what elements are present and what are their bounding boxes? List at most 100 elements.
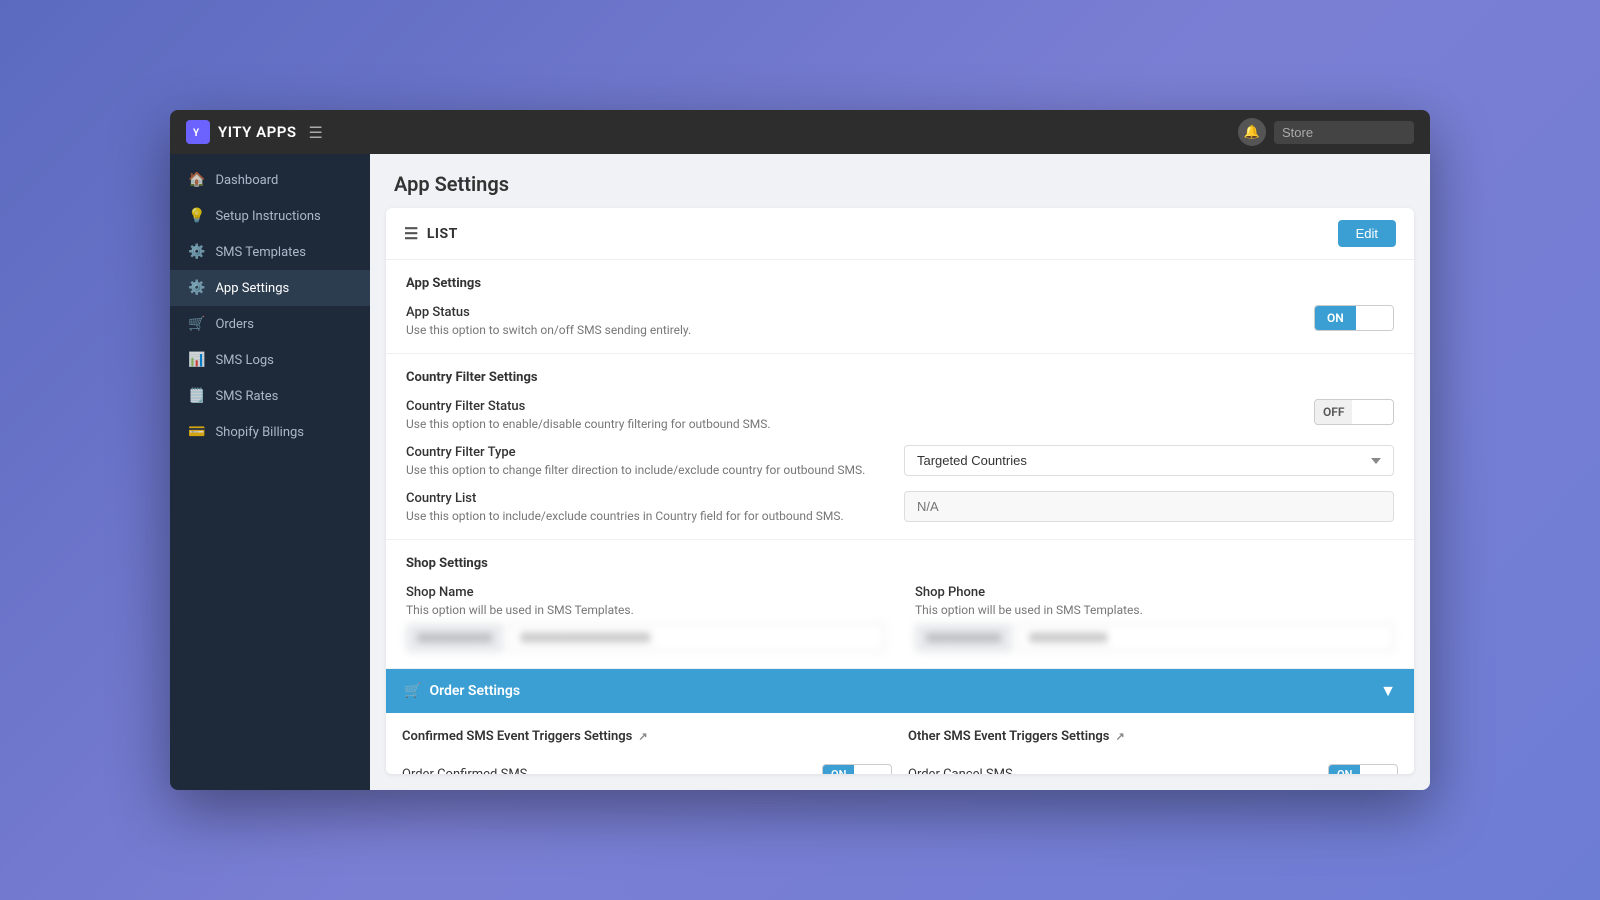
- shop-name-input-row: XXXXXXXXXX: [406, 623, 885, 652]
- country-list-row: Country List Use this option to include/…: [406, 491, 1394, 523]
- lightbulb-icon: 💡: [188, 208, 205, 224]
- order-settings-body: Confirmed SMS Event Triggers Settings ↗ …: [386, 713, 1414, 774]
- shop-row: Shop Name This option will be used in SM…: [406, 585, 1394, 652]
- toggle-off-btn[interactable]: [1356, 306, 1393, 330]
- cart-icon: 🛒: [404, 683, 421, 699]
- topbar-right: 🔔 Store: [1238, 118, 1414, 146]
- country-filter-type-control: Targeted Countries Excluded Countries: [904, 445, 1394, 476]
- toggle-off-active[interactable]: OFF: [1315, 400, 1352, 424]
- toggle-on-btn[interactable]: ON: [1315, 306, 1356, 330]
- country-list-title: Country List: [406, 491, 866, 506]
- shop-phone-title: Shop Phone: [915, 585, 1394, 600]
- order-settings-card: 🛒 Order Settings ▼ Confirmed SMS Event T…: [386, 669, 1414, 774]
- sidebar-item-billings[interactable]: 💳 Shopify Billings: [170, 414, 370, 450]
- order-settings-title: 🛒 Order Settings: [404, 683, 520, 699]
- shop-name-title: Shop Name: [406, 585, 885, 600]
- order-cancel-sms-row: Order Cancel SMS ON: [908, 756, 1398, 774]
- shop-phone-field: Shop Phone This option will be used in S…: [915, 585, 1394, 652]
- sidebar-item-label: Shopify Billings: [215, 425, 304, 440]
- other-col: Other SMS Event Triggers Settings ↗ Orde…: [908, 729, 1398, 774]
- order-cancel-toggle-off[interactable]: [1360, 765, 1376, 774]
- country-list-desc: Use this option to include/exclude count…: [406, 509, 866, 523]
- small-toggle-off[interactable]: [854, 765, 870, 774]
- billings-icon: 💳: [188, 424, 205, 440]
- country-filter-status-row: Country Filter Status Use this option to…: [406, 399, 1394, 431]
- country-filter-type-select[interactable]: Targeted Countries Excluded Countries: [904, 445, 1394, 476]
- sms-templates-icon: ⚙️: [188, 244, 205, 260]
- logo-icon: Y: [186, 120, 210, 144]
- country-filter-status-title: Country Filter Status: [406, 399, 866, 414]
- sidebar-item-sms-logs[interactable]: 📊 SMS Logs: [170, 342, 370, 378]
- country-list-label: Country List Use this option to include/…: [406, 491, 866, 523]
- dashboard-icon: 🏠: [188, 172, 205, 188]
- order-cancel-label: Order Cancel SMS: [908, 767, 1013, 774]
- app-settings-icon: ⚙️: [188, 280, 205, 296]
- shop-name-prefix: XXXXXXXXXX: [406, 624, 503, 652]
- logo: Y YITY APPS: [186, 120, 297, 144]
- list-label: LIST: [427, 226, 458, 242]
- app-status-title: App Status: [406, 305, 866, 320]
- app-settings-section: App Settings App Status Use this option …: [386, 260, 1414, 354]
- shop-name-field: Shop Name This option will be used in SM…: [406, 585, 885, 652]
- order-cancel-toggle-on[interactable]: ON: [1329, 765, 1360, 774]
- hamburger-icon[interactable]: ☰: [309, 123, 323, 142]
- sidebar-item-dashboard[interactable]: 🏠 Dashboard: [170, 162, 370, 198]
- sidebar-item-sms-rates[interactable]: 🗒️ SMS Rates: [170, 378, 370, 414]
- shop-phone-input[interactable]: [1018, 623, 1394, 652]
- app-status-label: App Status Use this option to switch on/…: [406, 305, 866, 337]
- country-filter-toggle[interactable]: OFF: [1314, 399, 1394, 425]
- country-list-input[interactable]: [904, 491, 1394, 522]
- app-settings-title: App Settings: [406, 276, 1394, 291]
- other-col-title: Other SMS Event Triggers Settings ↗: [908, 729, 1398, 744]
- shop-settings-section: Shop Settings Shop Name This option will…: [386, 540, 1414, 669]
- sms-rates-icon: 🗒️: [188, 388, 205, 404]
- sidebar-item-label: Setup Instructions: [215, 209, 320, 224]
- list-icon: ☰: [404, 224, 419, 243]
- confirmed-col: Confirmed SMS Event Triggers Settings ↗ …: [402, 729, 892, 774]
- list-header: ☰ LIST: [404, 224, 458, 243]
- shop-phone-prefix: XXXXXXXXXX: [915, 624, 1012, 652]
- app-status-control: ON: [1314, 305, 1394, 331]
- sidebar-item-setup[interactable]: 💡 Setup Instructions: [170, 198, 370, 234]
- country-filter-type-row: Country Filter Type Use this option to c…: [406, 445, 1394, 477]
- edit-button[interactable]: Edit: [1338, 220, 1396, 247]
- shop-phone-input-row: XXXXXXXXXX: [915, 623, 1394, 652]
- sidebar-item-app-settings[interactable]: ⚙️ App Settings: [170, 270, 370, 306]
- country-filter-title: Country Filter Settings: [406, 370, 1394, 385]
- country-filter-status-desc: Use this option to enable/disable countr…: [406, 417, 866, 431]
- card-header: ☰ LIST Edit: [386, 208, 1414, 260]
- store-selector[interactable]: Store: [1274, 121, 1414, 144]
- sidebar-item-label: Dashboard: [215, 173, 278, 188]
- shop-name-input[interactable]: [509, 623, 885, 652]
- sidebar-item-label: App Settings: [215, 281, 289, 296]
- svg-text:Y: Y: [193, 128, 200, 139]
- sidebar-item-label: SMS Logs: [215, 353, 273, 368]
- topbar: Y YITY APPS ☰ 🔔 Store: [170, 110, 1430, 154]
- notification-icon[interactable]: 🔔: [1238, 118, 1266, 146]
- app-status-toggle[interactable]: ON: [1314, 305, 1394, 331]
- page-header: App Settings: [370, 154, 1430, 208]
- order-confirmed-sms-row: Order Confirmed SMS ON: [402, 756, 892, 774]
- sidebar-item-orders[interactable]: 🛒 Orders: [170, 306, 370, 342]
- shop-name-desc: This option will be used in SMS Template…: [406, 603, 885, 617]
- external-link-icon: ↗: [638, 730, 647, 743]
- sidebar-item-sms-templates[interactable]: ⚙️ SMS Templates: [170, 234, 370, 270]
- main-card: ☰ LIST Edit App Settings App Status Use …: [386, 208, 1414, 774]
- chevron-down-icon: ▼: [1380, 681, 1396, 701]
- shop-settings-title: Shop Settings: [406, 556, 1394, 571]
- sidebar: 🏠 Dashboard 💡 Setup Instructions ⚙️ SMS …: [170, 154, 370, 790]
- external-link-icon-2: ↗: [1115, 730, 1124, 743]
- order-confirmed-label: Order Confirmed SMS: [402, 767, 527, 774]
- sidebar-item-label: Orders: [215, 317, 254, 332]
- orders-icon: 🛒: [188, 316, 205, 332]
- country-filter-section: Country Filter Settings Country Filter S…: [386, 354, 1414, 540]
- confirmed-col-title: Confirmed SMS Event Triggers Settings ↗: [402, 729, 892, 744]
- app-title: YITY APPS: [218, 123, 297, 141]
- order-cancel-toggle[interactable]: ON: [1328, 764, 1398, 774]
- small-toggle-on[interactable]: ON: [823, 765, 854, 774]
- order-settings-header[interactable]: 🛒 Order Settings ▼: [386, 669, 1414, 713]
- app-status-row: App Status Use this option to switch on/…: [406, 305, 1394, 337]
- app-status-desc: Use this option to switch on/off SMS sen…: [406, 323, 866, 337]
- order-confirmed-toggle[interactable]: ON: [822, 764, 892, 774]
- shop-phone-desc: This option will be used in SMS Template…: [915, 603, 1394, 617]
